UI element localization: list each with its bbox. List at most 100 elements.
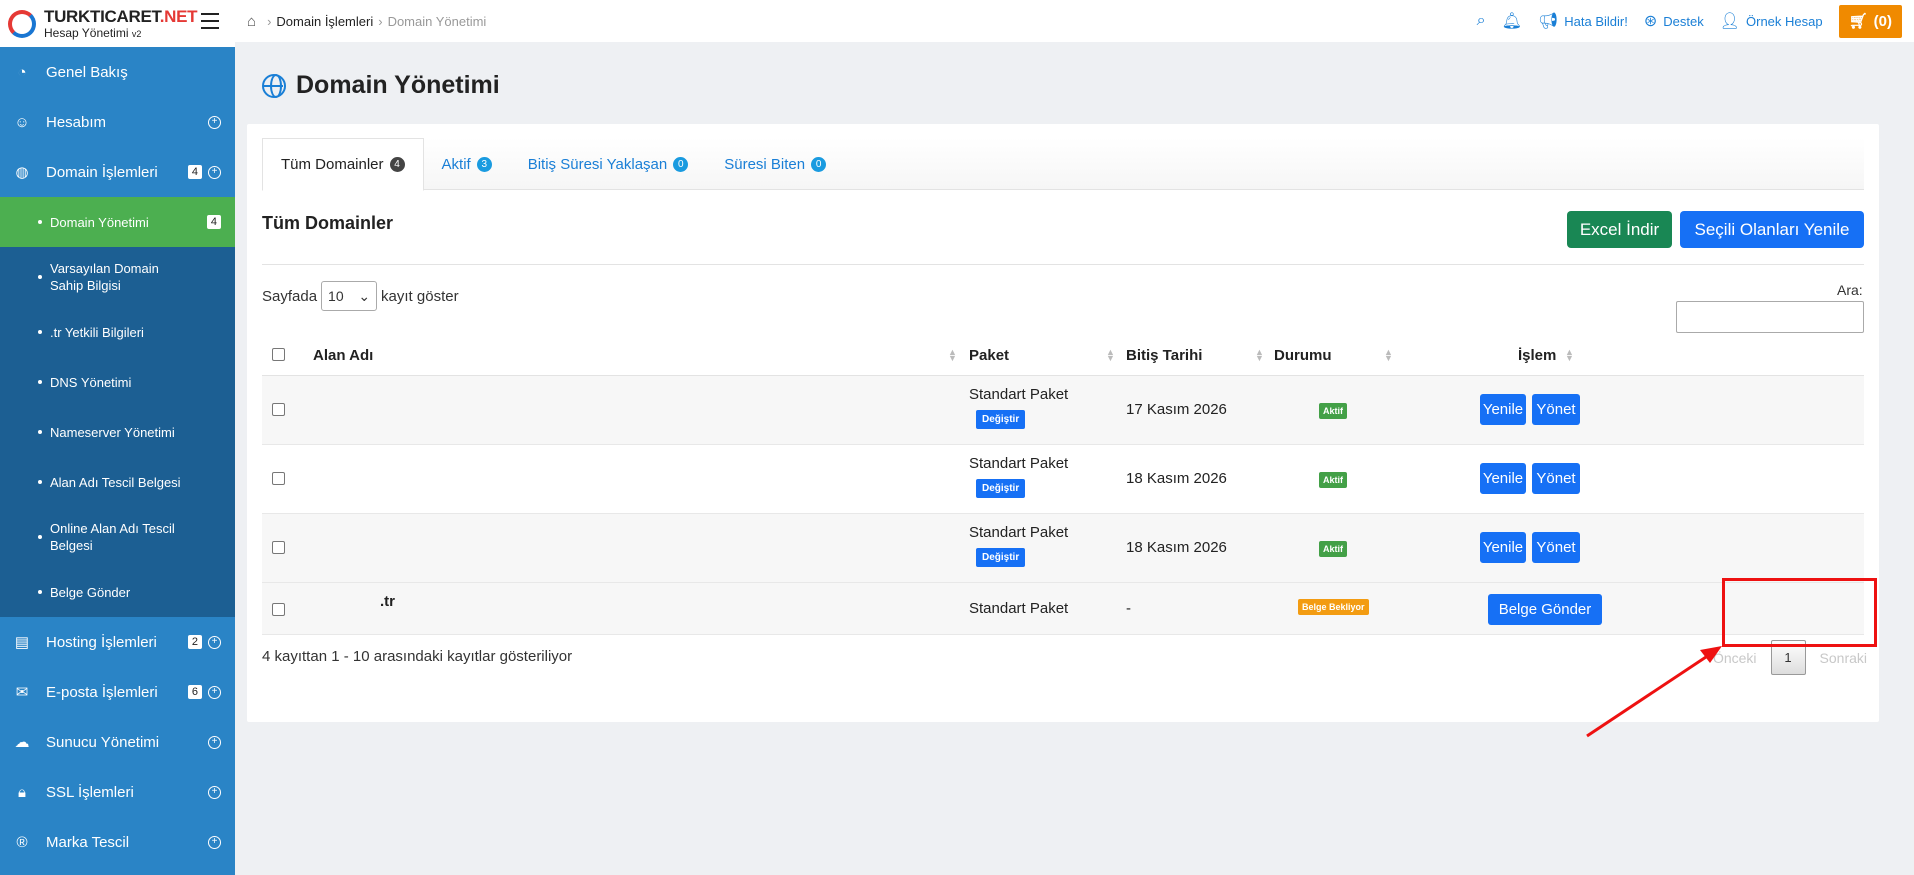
sidebar-item-domain-islemleri[interactable]: ◍ Domain İşlemleri 4 + [0, 147, 235, 197]
divider [262, 264, 1864, 265]
sidebar-sub-domain-yonetimi[interactable]: Domain Yönetimi 4 [0, 197, 235, 247]
logo[interactable]: TURKTICARET.NET Hesap Yönetimi v2 [0, 0, 235, 47]
lock-icon: 🔒︎ [18, 783, 26, 801]
section-title: Tüm Domainler [262, 213, 394, 233]
tab-bitis-suresi-yaklasan[interactable]: Bitiş Süresi Yaklaşan 0 [510, 138, 707, 190]
search-icon[interactable]: ⌕ [1477, 12, 1486, 30]
sidebar-item-marka[interactable]: ® Marka Tescil + [0, 817, 235, 867]
change-package-button[interactable]: Değiştir [976, 548, 1026, 567]
sidebar-item-label: Hesabım [46, 113, 107, 131]
logo-version: v2 [131, 29, 142, 39]
sidebar-sub-dns[interactable]: DNS Yönetimi [0, 357, 235, 407]
manage-button[interactable]: Yönet [1532, 463, 1580, 494]
sidebar-item-eposta[interactable]: ✉ E-posta İşlemleri 6 + [0, 667, 235, 717]
expiry-date: 17 Kasım 2026 [1126, 401, 1227, 418]
column-header-package[interactable]: Paket [969, 334, 1009, 376]
sidebar-item-hosting[interactable]: ▤ Hosting İşlemleri 2 + [0, 617, 235, 667]
support-link[interactable]: ⊛ Destek [1644, 11, 1704, 31]
sidebar-sub-tescil-belgesi[interactable]: Alan Adı Tescil Belgesi [0, 457, 235, 507]
breadcrumb-parent[interactable]: Domain İşlemleri [276, 14, 373, 29]
status-badge: Aktif [1319, 472, 1347, 488]
tab-count-badge: 0 [673, 156, 689, 172]
package-name: Standart Paket [969, 386, 1069, 403]
expand-icon[interactable]: + [208, 165, 221, 179]
next-page-button[interactable]: Sonraki [1820, 650, 1867, 666]
expand-icon[interactable]: + [208, 735, 221, 749]
expand-icon[interactable]: + [208, 685, 221, 699]
sidebar-sub-label: .tr Yetkili Bilgileri [50, 324, 144, 340]
sort-icon: ▲ ▼ [1255, 347, 1264, 363]
report-bug-link[interactable]: 📢︎ Hata Bildir! [1538, 11, 1628, 31]
expand-icon[interactable]: + [208, 635, 221, 649]
page-length-select[interactable]: 10 ⌄ [321, 281, 378, 311]
menu-toggle-icon[interactable] [201, 13, 219, 29]
expand-icon[interactable]: + [208, 835, 221, 849]
tab-tum-domainler[interactable]: Tüm Domainler 4 [262, 138, 424, 191]
account-link[interactable]: 👤︎ Örnek Hesap [1720, 11, 1823, 31]
tab-count-badge: 4 [389, 157, 405, 172]
expand-icon[interactable]: + [208, 785, 221, 799]
sort-icon: ▲ ▼ [1384, 347, 1393, 363]
expiry-date: - [1126, 600, 1131, 617]
logo-name-suffix: .NET [159, 7, 198, 26]
sidebar-sub-nameserver[interactable]: Nameserver Yönetimi [0, 407, 235, 457]
table-row: Standart Paket Değiştir 17 Kasım 2026 Ak… [262, 376, 1864, 445]
home-icon[interactable]: ⌂ [247, 13, 256, 30]
change-package-button[interactable]: Değiştir [976, 410, 1026, 429]
sidebar-sub-belge-gonder[interactable]: Belge Gönder [0, 567, 235, 617]
annotation-highlight-box [1722, 578, 1877, 647]
sidebar-item-label: Hosting İşlemleri [46, 633, 157, 651]
renew-button[interactable]: Yenile [1480, 394, 1526, 425]
logo-mark-icon [8, 9, 36, 38]
column-header-action[interactable]: İşlem [1518, 334, 1556, 376]
sidebar-sub-varsayilan-domain[interactable]: Varsayılan Domain Sahip Bilgisi [0, 247, 235, 307]
count-badge: 4 [187, 165, 202, 179]
expand-icon[interactable]: + [208, 115, 221, 129]
change-package-button[interactable]: Değiştir [976, 479, 1026, 498]
support-label: Destek [1663, 13, 1704, 29]
renew-button[interactable]: Yenile [1480, 463, 1526, 494]
column-header-expiry[interactable]: Bitiş Tarihi [1126, 334, 1202, 376]
search-input[interactable] [1676, 301, 1864, 333]
envelope-icon: ✉ [15, 684, 29, 701]
domain-name[interactable]: .tr [380, 593, 395, 610]
table-row: Standart Paket Değiştir 18 Kasım 2026 Ak… [262, 514, 1864, 583]
sidebar-item-hesabim[interactable]: ☺ Hesabım + [0, 97, 235, 147]
breadcrumb: ⌂ › Domain İşlemleri › Domain Yönetimi [247, 13, 486, 30]
send-document-button[interactable]: Belge Gönder [1488, 594, 1602, 625]
renew-selected-button[interactable]: Seçili Olanları Yenile [1680, 211, 1864, 248]
previous-page-button[interactable]: Önceki [1713, 650, 1757, 666]
tab-suresi-biten[interactable]: Süresi Biten 0 [706, 138, 844, 190]
row-checkbox[interactable] [272, 541, 285, 554]
sidebar-sub-online-tescil[interactable]: Online Alan Adı Tescil Belgesi [0, 507, 235, 567]
report-bug-label: Hata Bildir! [1564, 13, 1628, 29]
sidebar-item-ssl[interactable]: 🔒︎ SSL İşlemleri + [0, 767, 235, 817]
column-header-status[interactable]: Durumu [1274, 334, 1332, 376]
select-all-checkbox[interactable] [272, 348, 285, 361]
tab-aktif[interactable]: Aktif 3 [424, 138, 510, 190]
row-checkbox[interactable] [272, 472, 285, 485]
sidebar-sub-tr-yetkili[interactable]: .tr Yetkili Bilgileri [0, 307, 235, 357]
globe-icon [262, 73, 286, 98]
row-checkbox[interactable] [272, 403, 285, 416]
sidebar-item-genel-bakis[interactable]: ◔ Genel Bakış [0, 47, 235, 97]
table-info: 4 kayıttan 1 - 10 arasındaki kayıtlar gö… [262, 648, 573, 665]
page-title: Domain Yönetimi [262, 71, 500, 100]
account-label: Örnek Hesap [1746, 13, 1823, 29]
tab-label: Tüm Domainler [281, 156, 384, 173]
status-badge: Belge Bekliyor [1298, 599, 1369, 615]
tab-label: Bitiş Süresi Yaklaşan [527, 155, 668, 173]
manage-button[interactable]: Yönet [1532, 532, 1580, 563]
status-badge: Aktif [1319, 403, 1347, 419]
package-name: Standart Paket [969, 524, 1069, 541]
bell-icon[interactable]: 🔔︎ [1502, 11, 1522, 31]
renew-button[interactable]: Yenile [1480, 532, 1526, 563]
excel-download-button[interactable]: Excel İndir [1567, 211, 1672, 248]
cart-button[interactable]: 🛒︎ (0) [1838, 4, 1902, 38]
expiry-date: 18 Kasım 2026 [1126, 539, 1227, 556]
column-header-name[interactable]: Alan Adı [313, 334, 373, 376]
sidebar-item-sunucu[interactable]: ☁ Sunucu Yönetimi + [0, 717, 235, 767]
count-badge: 4 [206, 215, 221, 229]
manage-button[interactable]: Yönet [1532, 394, 1580, 425]
row-checkbox[interactable] [272, 603, 285, 616]
